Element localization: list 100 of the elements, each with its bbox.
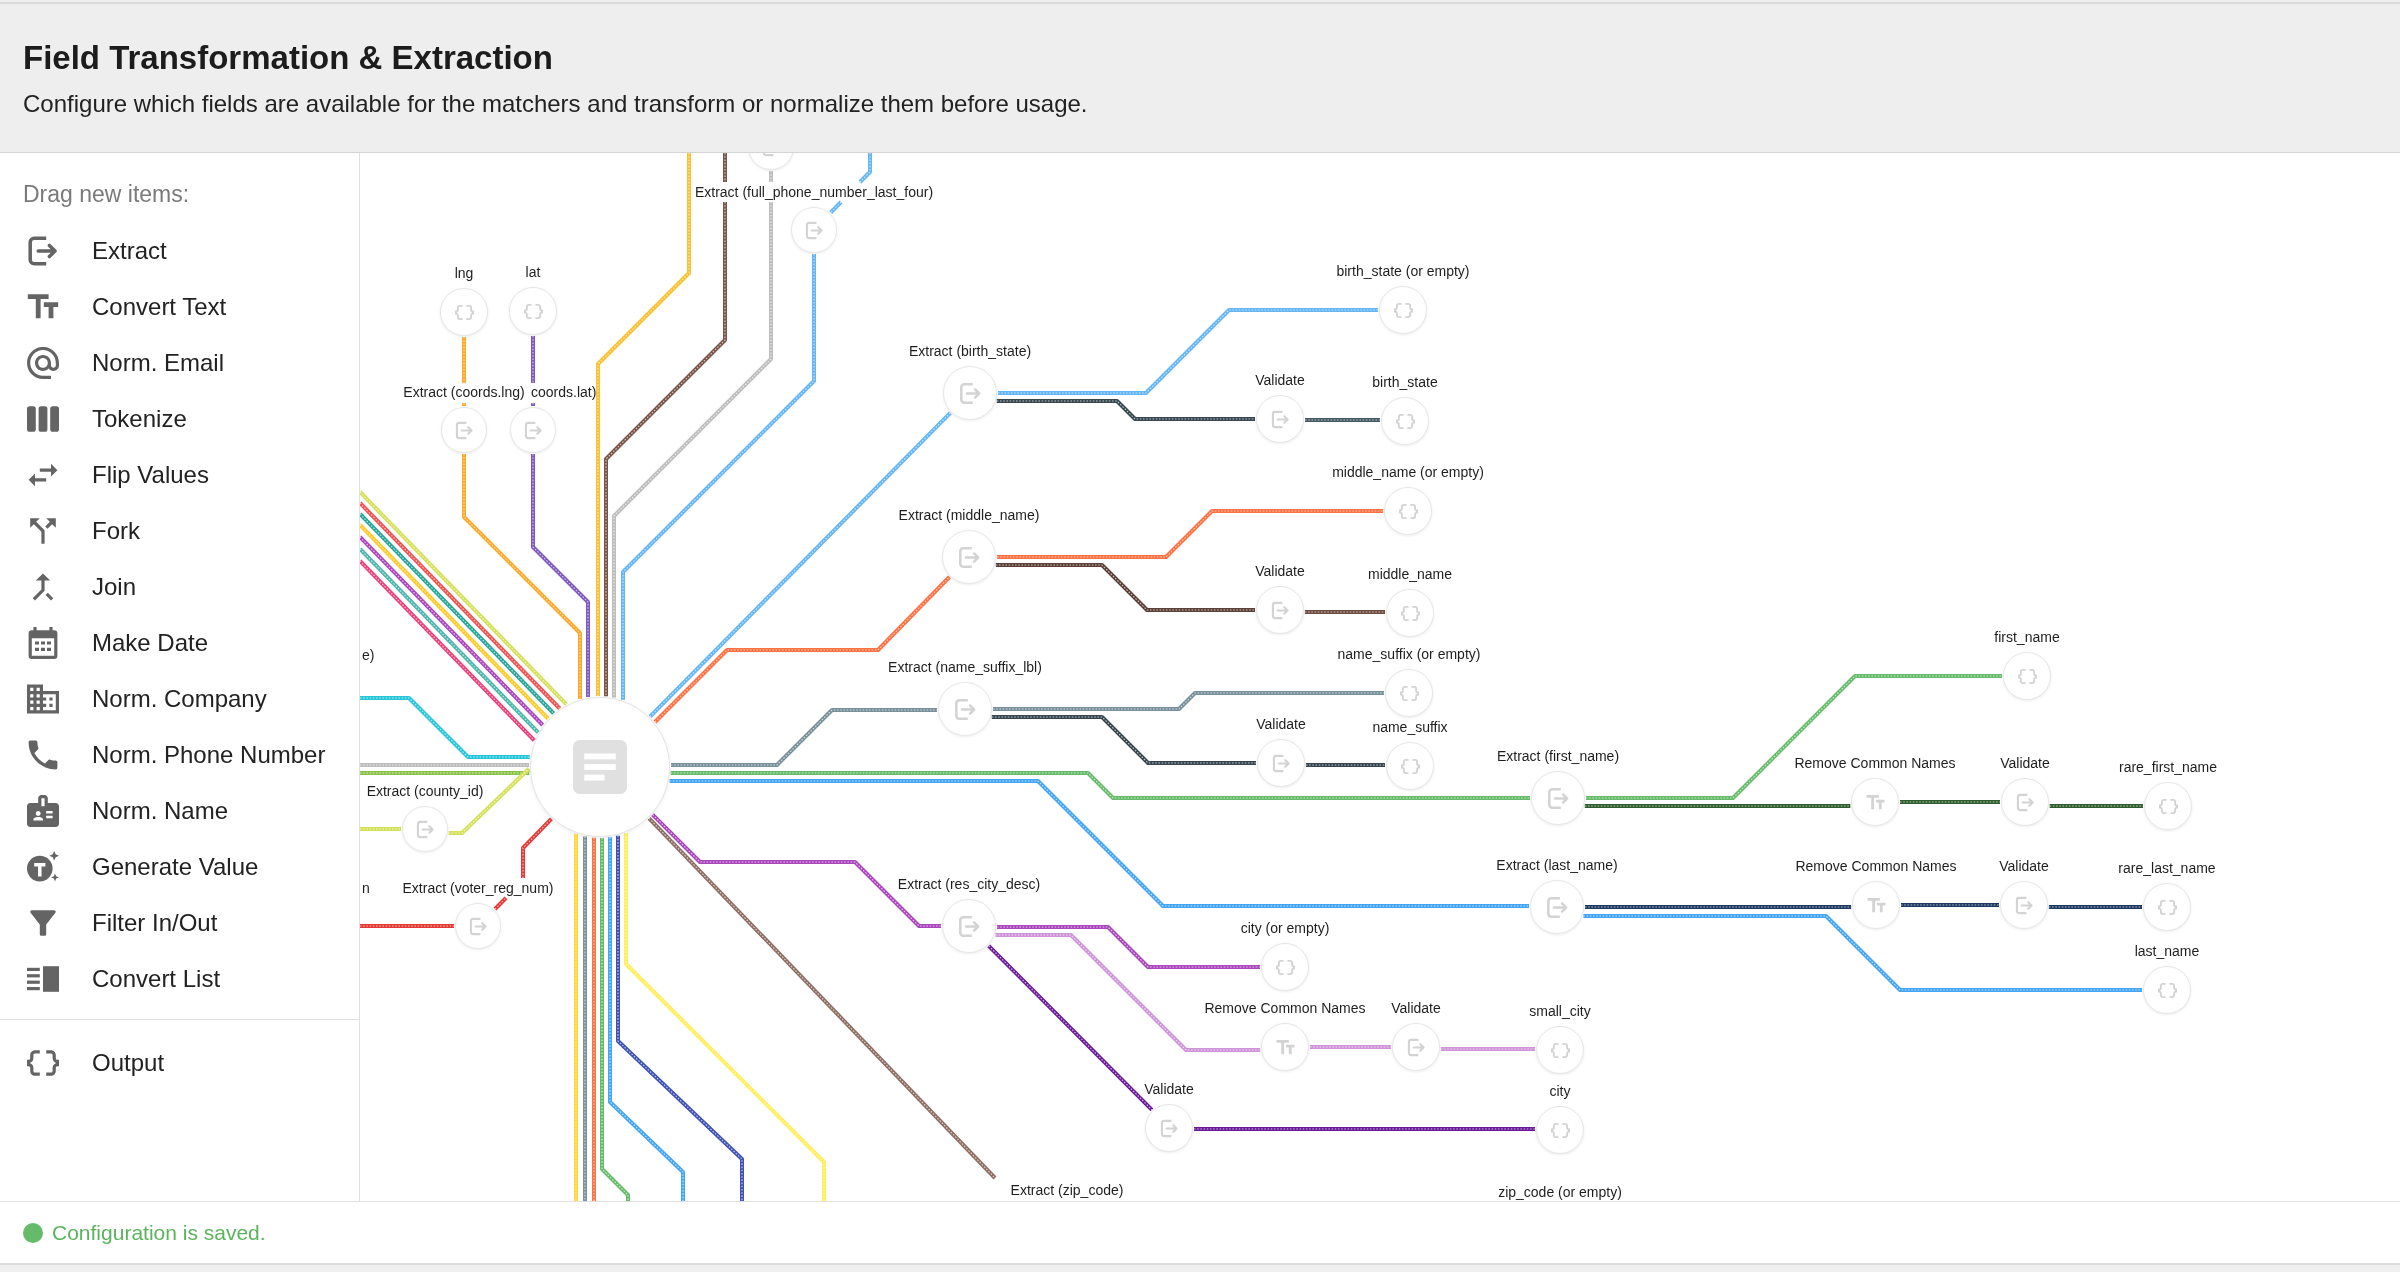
node-label: first_name <box>1994 629 2060 645</box>
export-icon <box>1270 600 1290 620</box>
flow-node[interactable] <box>2143 883 2191 931</box>
flow-node[interactable] <box>2144 782 2192 830</box>
flow-node[interactable] <box>791 207 837 253</box>
palette-item[interactable]: Flip Values <box>0 447 359 503</box>
palette-item[interactable]: Fork <box>0 503 359 559</box>
palette-item[interactable]: Norm. Company <box>0 671 359 727</box>
palette-heading: Drag new items: <box>23 180 190 209</box>
flow-node[interactable] <box>1261 1023 1309 1071</box>
text-size-icon <box>1866 895 1886 915</box>
flow-node[interactable] <box>1852 881 1900 929</box>
node-label: Validate <box>1391 1000 1441 1016</box>
flow-node[interactable] <box>1379 286 1427 334</box>
braces-icon <box>1275 957 1295 977</box>
flow-node[interactable] <box>1257 739 1305 787</box>
node-label: Remove Common Names <box>1204 1000 1366 1016</box>
palette-item[interactable]: Output <box>0 1035 359 1091</box>
flow-node[interactable] <box>402 806 448 852</box>
export-icon <box>468 916 488 936</box>
flow-node[interactable] <box>1531 771 1585 825</box>
node-label: lat <box>525 264 541 280</box>
flow-node[interactable] <box>2003 652 2051 700</box>
palette-item[interactable]: Norm. Name <box>0 783 359 839</box>
braces-icon <box>1550 1040 1570 1060</box>
flow-node[interactable] <box>942 530 996 584</box>
braces-icon <box>27 1047 59 1079</box>
flow-node[interactable] <box>1536 1026 1584 1074</box>
node-label: Validate <box>1144 1081 1194 1097</box>
export-icon <box>957 545 981 569</box>
flow-node[interactable] <box>1256 586 1304 634</box>
flow-node[interactable] <box>1386 589 1434 637</box>
flow-node[interactable] <box>1385 669 1433 717</box>
palette-item[interactable]: Convert Text <box>0 279 359 335</box>
columns-icon <box>27 403 59 435</box>
palette-item[interactable]: Norm. Email <box>0 335 359 391</box>
flow-node[interactable] <box>1261 943 1309 991</box>
braces-icon <box>1395 411 1415 431</box>
node-label: small_city <box>1529 1003 1591 1019</box>
palette-item[interactable]: Convert List <box>0 951 359 1007</box>
node-label: Extract (name_suffix_lbl) <box>888 659 1042 675</box>
flow-node[interactable] <box>2001 778 2049 826</box>
palette-item[interactable]: Join <box>0 559 359 615</box>
node-label: zip_code (or empty) <box>1498 1184 1622 1200</box>
node-label: e) <box>362 647 375 663</box>
flow-node[interactable] <box>1384 487 1432 535</box>
node-label: Validate <box>1255 372 1305 388</box>
node-label: birth_state (or empty) <box>1336 263 1470 279</box>
flow-node[interactable] <box>1536 1106 1584 1154</box>
node-label: Remove Common Names <box>1795 858 1957 874</box>
palette-item[interactable]: Extract <box>0 223 359 279</box>
flow-node[interactable] <box>510 407 556 453</box>
export-icon <box>804 220 824 240</box>
palette-item[interactable]: Filter In/Out <box>0 895 359 951</box>
flow-node[interactable] <box>509 287 557 335</box>
braces-icon <box>454 302 474 322</box>
flow-node[interactable] <box>1381 397 1429 445</box>
flow-node[interactable] <box>441 407 487 453</box>
braces-icon <box>1400 603 1420 623</box>
flow-node[interactable] <box>1851 778 1899 826</box>
flow-node[interactable] <box>1145 1104 1193 1152</box>
hub-node[interactable] <box>530 697 670 837</box>
node-label: Validate <box>2000 755 2050 771</box>
palette-item[interactable]: Tokenize <box>0 391 359 447</box>
flow-node[interactable] <box>2143 966 2191 1014</box>
braces-icon <box>2157 897 2177 917</box>
node-label: n <box>362 880 370 896</box>
export-icon <box>1159 1118 1179 1138</box>
flow-node[interactable] <box>1530 880 1584 934</box>
node-label: Extract (res_city_desc) <box>897 876 1041 892</box>
node-label: middle_name (or empty) <box>1332 464 1484 480</box>
text-size-icon <box>1275 1037 1295 1057</box>
export-icon <box>415 819 435 839</box>
status-message: Configuration is saved. <box>52 1219 266 1246</box>
node-label: birth_state <box>1372 374 1438 390</box>
node-label: Validate <box>1256 716 1306 732</box>
flow-node[interactable] <box>455 903 501 949</box>
split-arrow-icon <box>27 515 59 547</box>
flow-node[interactable] <box>2000 881 2048 929</box>
flow-node[interactable] <box>440 288 488 336</box>
node-label: Extract (zip_code) <box>1010 1182 1124 1198</box>
node-label: Extract (birth_state) <box>908 343 1032 359</box>
braces-icon <box>1393 300 1413 320</box>
flow-node[interactable] <box>942 899 996 953</box>
node-label: Extract (middle_name) <box>898 507 1040 523</box>
export-icon <box>1270 409 1290 429</box>
flow-node[interactable] <box>1386 742 1434 790</box>
page-description: Configure which fields are available for the matchers and transform or normalize them before usage. <box>23 89 1088 119</box>
palette-item[interactable]: Generate Value <box>0 839 359 895</box>
node-label: Validate <box>1999 858 2049 874</box>
flow-node[interactable] <box>1392 1023 1440 1071</box>
node-label: Validate <box>1255 563 1305 579</box>
flow-node[interactable] <box>1256 395 1304 443</box>
export-icon <box>27 235 59 267</box>
palette-item[interactable]: Make Date <box>0 615 359 671</box>
node-label: name_suffix (or empty) <box>1337 646 1481 662</box>
flow-node[interactable] <box>938 682 992 736</box>
flow-node[interactable] <box>943 366 997 420</box>
palette-item[interactable]: Norm. Phone Number <box>0 727 359 783</box>
node-label: middle_name <box>1367 566 1453 582</box>
